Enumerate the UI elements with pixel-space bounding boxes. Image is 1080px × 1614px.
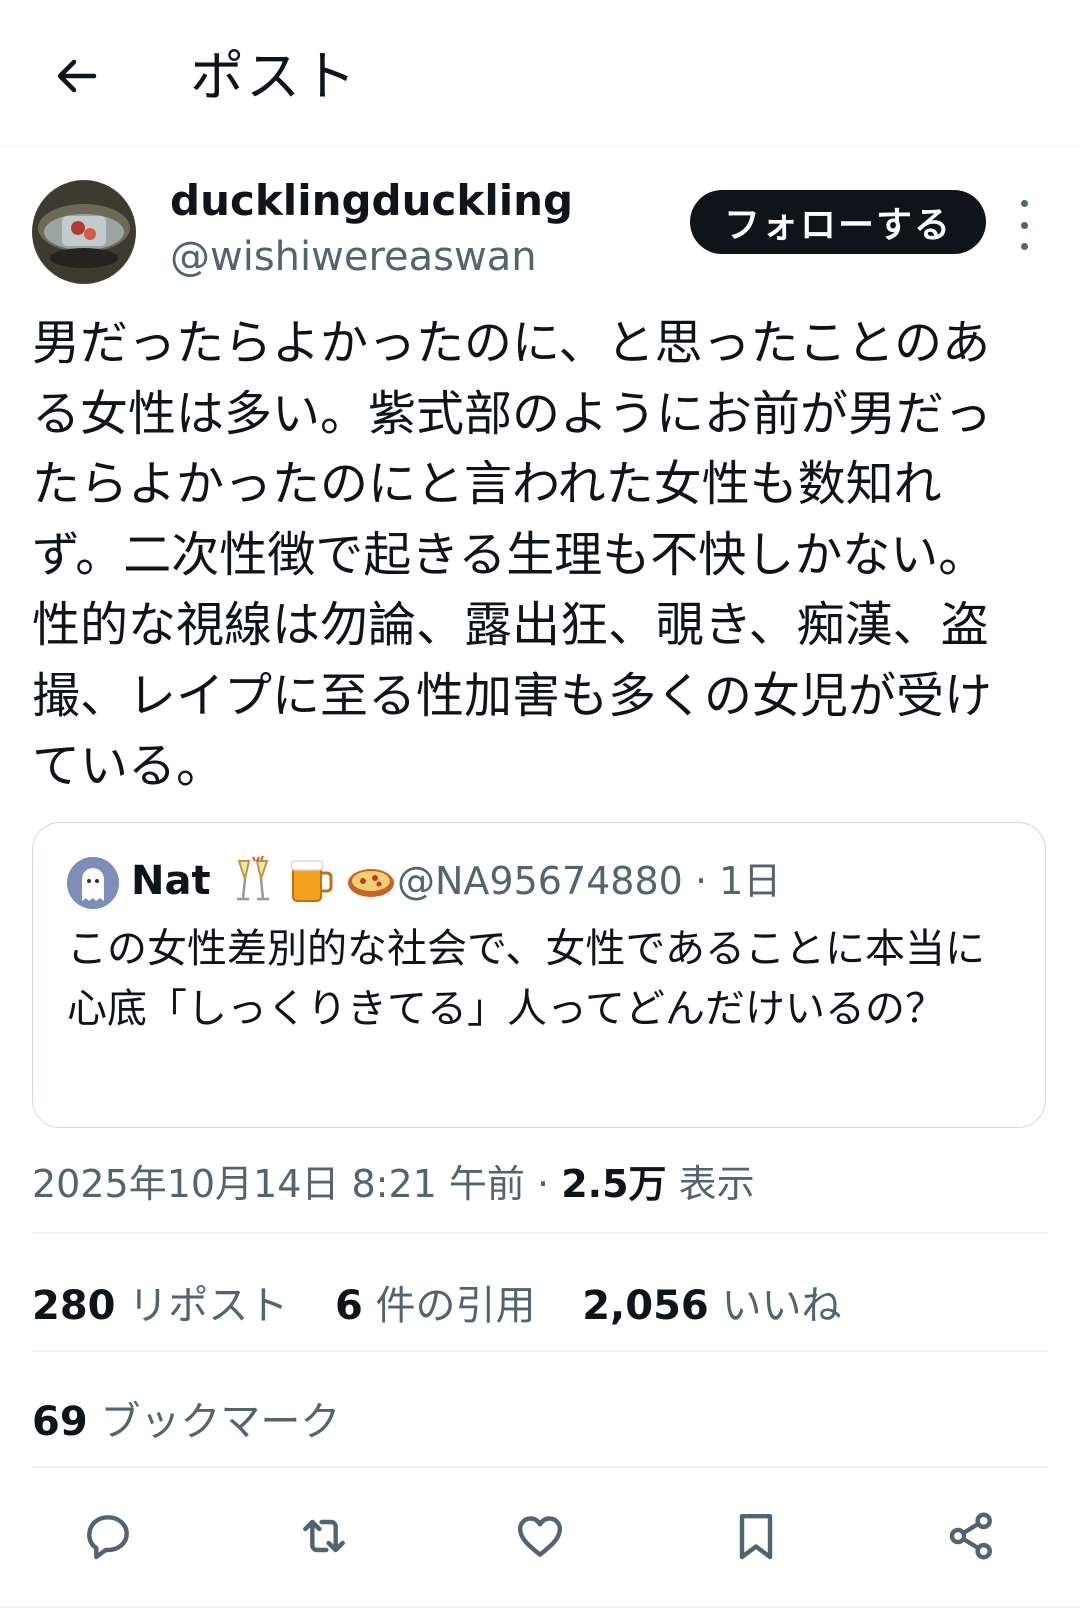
top-bar [0, 0, 1080, 147]
reply-button[interactable] [72, 1500, 144, 1572]
more-dot-icon [1020, 243, 1028, 250]
quote-name-emojis [229, 851, 397, 911]
divider [32, 1466, 1048, 1468]
repost-label: リポスト [128, 1283, 289, 1329]
avatar[interactable] [32, 180, 136, 284]
more-dot-icon [1020, 221, 1028, 229]
share-button[interactable] [936, 1500, 1008, 1572]
post-timestamp[interactable]: 2025年10月14日 8:21 午前 [32, 1162, 525, 1206]
reposts-stat[interactable]: 280 リポスト [32, 1276, 288, 1336]
repost-button[interactable] [288, 1500, 360, 1572]
bookmark-label: ブックマーク [100, 1399, 341, 1445]
like-icon [517, 1516, 563, 1557]
champagne-icon [237, 855, 269, 901]
author-name[interactable]: ducklingduckling [170, 174, 573, 228]
beer-icon [290, 860, 333, 902]
avatar-image [32, 180, 136, 284]
separator: · [694, 859, 708, 903]
ghost-avatar-icon [67, 857, 119, 909]
view-count: 2.5万 [561, 1162, 667, 1206]
post-meta: 2025年10月14日 8:21 午前 · 2.5万 表示 [32, 1156, 755, 1212]
like-count: 2,056 [582, 1283, 709, 1329]
pizza-icon [348, 869, 394, 897]
page-title: ポスト [190, 45, 358, 108]
bottom-divider [0, 1606, 1080, 1608]
bookmarks-stat[interactable]: 69 ブックマーク [32, 1392, 340, 1452]
quoted-post[interactable]: Nat @NA95674880 · 1日 この女性差別的な社会で、女性であること… [32, 822, 1046, 1128]
like-label: いいね [721, 1283, 842, 1329]
quote-text: この女性差別的な社会で、女性であることに本当に心底「しっくりきてる」人ってどんだ… [67, 926, 985, 1032]
quote-author-name[interactable]: Nat [131, 851, 211, 911]
bookmark-icon [739, 1513, 773, 1560]
back-button[interactable] [46, 46, 106, 106]
post-text: 男だったらよかったのに、と思ったことのある女性は多い。紫式部のようにお前が男だっ… [32, 315, 993, 794]
quote-avatar [67, 857, 119, 909]
divider [32, 1350, 1048, 1352]
share-icon [949, 1512, 992, 1560]
quote-author-handle: @NA95674880 [397, 859, 683, 903]
more-dot-icon [1020, 200, 1028, 207]
bookmark-count: 69 [32, 1399, 88, 1445]
engagement-stats: 280 リポスト 6 件の引用 2,056 いいね [32, 1276, 875, 1336]
author-handle[interactable]: @wishiwereaswan [170, 230, 537, 284]
follow-button[interactable]: フォローする [690, 190, 986, 254]
quote-count: 6 [334, 1283, 363, 1329]
quote-label: 件の引用 [375, 1283, 536, 1329]
reply-icon [87, 1515, 129, 1560]
repost-icon [303, 1519, 345, 1553]
quote-handle-time[interactable]: @NA95674880 · 1日 [397, 851, 781, 911]
divider [32, 1232, 1048, 1234]
quote-timestamp: 1日 [719, 859, 782, 903]
like-button[interactable] [504, 1500, 576, 1572]
more-options-button[interactable] [1010, 200, 1038, 250]
quotes-stat[interactable]: 6 件の引用 [335, 1276, 536, 1336]
repost-count: 280 [32, 1283, 116, 1329]
back-arrow-icon [57, 59, 97, 93]
bookmark-button[interactable] [720, 1500, 792, 1572]
view-label: 表示 [678, 1162, 755, 1206]
separator: · [537, 1162, 550, 1206]
likes-stat[interactable]: 2,056 いいね [582, 1276, 841, 1336]
action-bar [0, 1500, 1080, 1572]
